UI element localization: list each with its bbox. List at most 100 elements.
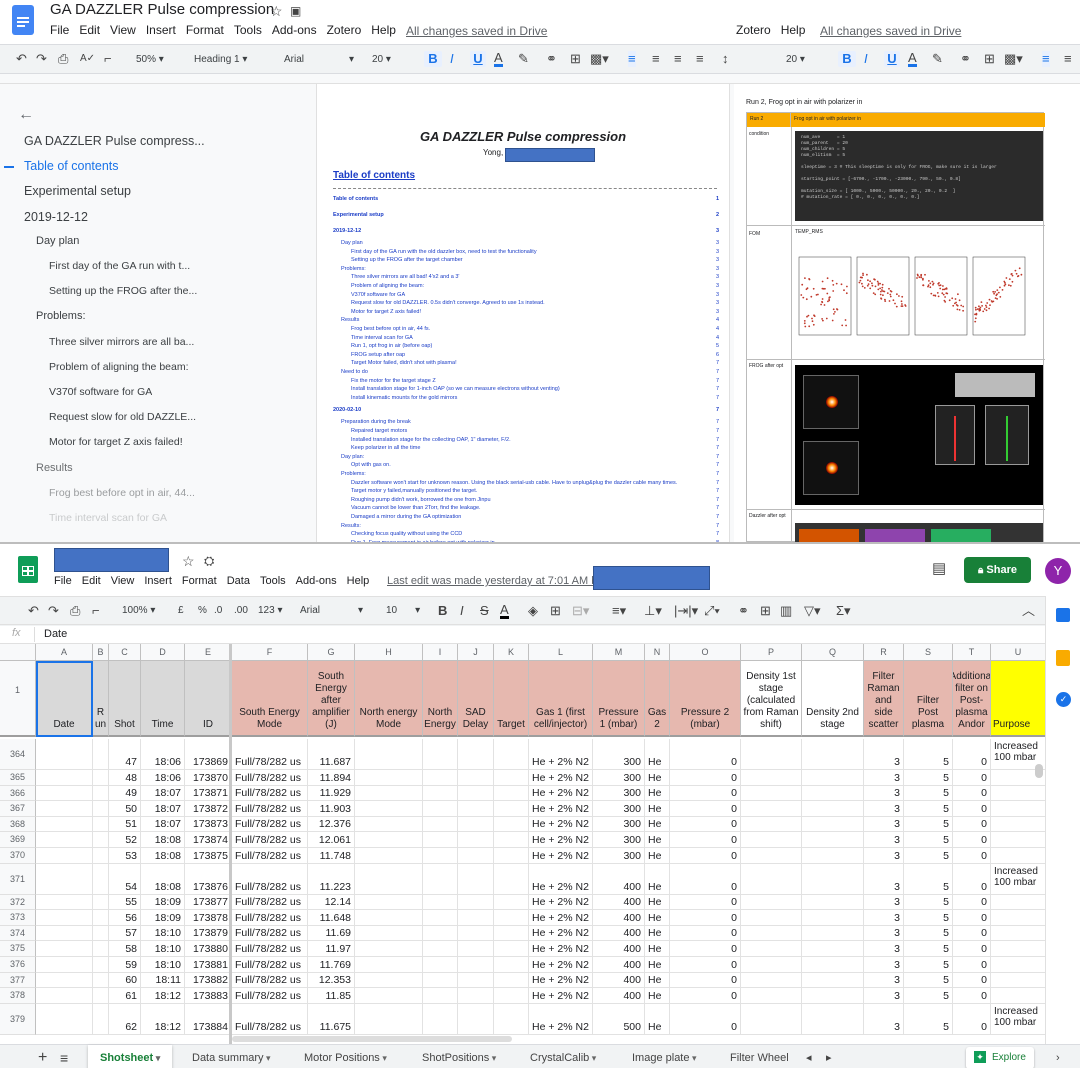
cell[interactable] [355,910,423,926]
cell[interactable] [423,832,458,848]
cell[interactable]: 500 [593,1003,645,1035]
vertical-align-icon[interactable]: ⊥▾ [644,603,662,619]
cell[interactable]: He + 2% N2 [529,894,593,911]
cell[interactable]: 0 [670,832,741,848]
cell[interactable]: 5 [904,957,953,973]
cell[interactable] [423,941,458,957]
cell[interactable] [423,816,458,833]
column-header[interactable]: B [93,644,109,661]
cell[interactable] [458,739,494,770]
cell[interactable]: 11.929 [308,785,355,802]
sheets-menu-item[interactable]: Data [227,575,250,587]
tab-menu-chevron-icon[interactable]: ▾ [153,1053,161,1063]
cell[interactable]: 0 [670,894,741,911]
cell[interactable] [36,941,93,957]
outline-item[interactable]: Results [36,462,73,474]
toc-entry[interactable]: Table of contents 1 [333,196,719,202]
cell[interactable]: He + 2% N2 [529,972,593,989]
cell[interactable] [93,1003,109,1035]
cell[interactable] [423,785,458,802]
cell[interactable] [741,770,802,786]
cell[interactable]: He + 2% N2 [529,785,593,802]
cell[interactable]: 52 [109,832,141,848]
cell[interactable]: 300 [593,801,645,817]
cell[interactable]: He [645,957,670,973]
cell[interactable]: 18:09 [141,910,185,926]
cell[interactable]: 50 [109,801,141,817]
text-rotation-icon[interactable]: ⤢▾ [704,603,720,619]
cell[interactable]: Full/78/282 us [232,925,308,942]
toc-entry[interactable]: Need to do 7 [333,369,719,375]
strikethrough-button[interactable]: S [480,603,489,619]
cell[interactable] [93,941,109,957]
font-select[interactable]: Arial ▾ [300,605,368,616]
cell[interactable]: He [645,941,670,957]
cell[interactable]: He + 2% N2 [529,848,593,864]
cell[interactable]: 3 [864,1003,904,1035]
link-icon[interactable]: ⚭ [546,51,557,67]
text-color-button[interactable]: A [500,603,509,619]
cell[interactable]: 400 [593,925,645,942]
cell[interactable]: 0 [670,770,741,786]
horizontal-scrollbar[interactable] [232,1036,512,1042]
cell[interactable] [355,801,423,817]
cell[interactable] [36,1003,93,1035]
font-select[interactable]: Arial ▾ [284,50,358,70]
cell[interactable] [741,972,802,989]
tasks-icon[interactable]: ✓ [1056,692,1071,707]
cell[interactable] [991,848,1045,864]
cell[interactable]: 0 [953,894,991,911]
scroll-tabs-right-icon[interactable]: ▸ [826,1045,832,1068]
cell[interactable]: 5 [904,863,953,895]
cell[interactable]: 18:07 [141,816,185,833]
star-icon[interactable]: ☆ [270,2,283,20]
cell[interactable] [36,925,93,942]
cell[interactable] [423,894,458,911]
currency-button[interactable]: £ [178,605,184,616]
cell[interactable]: 3 [864,988,904,1004]
cell[interactable]: 0 [953,863,991,895]
cell[interactable]: 11.69 [308,925,355,942]
cell[interactable] [423,1003,458,1035]
undo-icon[interactable]: ↶ [28,603,39,619]
cell[interactable]: 0 [670,957,741,973]
outline-item[interactable]: Experimental setup [24,184,131,198]
align-left-icon-right[interactable]: ≡ [1042,51,1050,67]
cell[interactable] [355,1003,423,1035]
align-right-icon[interactable]: ≡ [674,51,682,67]
cell[interactable] [458,925,494,942]
cell[interactable]: Full/78/282 us [232,785,308,802]
toc-entry[interactable]: Install translation stage for 1-inch OAP… [333,386,719,392]
cell[interactable]: 5 [904,739,953,770]
cell[interactable] [802,863,864,895]
cell[interactable]: Full/78/282 us [232,816,308,833]
cell[interactable]: He + 2% N2 [529,770,593,786]
cell[interactable]: 300 [593,785,645,802]
cell[interactable] [355,832,423,848]
cell[interactable] [802,925,864,942]
cell[interactable]: 18:08 [141,863,185,895]
cell[interactable]: 5 [904,910,953,926]
cell[interactable]: 0 [953,848,991,864]
merge-cells-icon[interactable]: ⊟▾ [572,603,589,619]
toc-entry[interactable]: First day of the GA run with the old daz… [333,249,719,255]
docs-menu-item[interactable]: Tools [234,23,262,37]
docs-saved-status-right[interactable]: All changes saved in Drive [820,24,961,38]
cell[interactable] [458,894,494,911]
cell[interactable] [355,957,423,973]
column-header[interactable]: L [529,644,593,661]
cell[interactable]: 5 [904,1003,953,1035]
functions-icon[interactable]: Σ▾ [836,603,851,619]
row-number[interactable]: 367 [0,801,36,817]
paint-format-icon[interactable]: ⌐ [92,603,100,619]
cell[interactable] [36,848,93,864]
outline-item[interactable]: Time interval scan for GA [49,512,167,524]
cell[interactable] [991,786,1045,802]
cell[interactable]: 11.748 [308,848,355,864]
docs-menu-item[interactable]: View [110,23,136,37]
cell[interactable] [494,1003,529,1035]
font-size-select[interactable]: 20 ▾ [372,50,408,70]
column-header[interactable]: Q [802,644,864,661]
cell[interactable] [458,988,494,1004]
sheets-menu-item[interactable]: Tools [260,575,286,587]
